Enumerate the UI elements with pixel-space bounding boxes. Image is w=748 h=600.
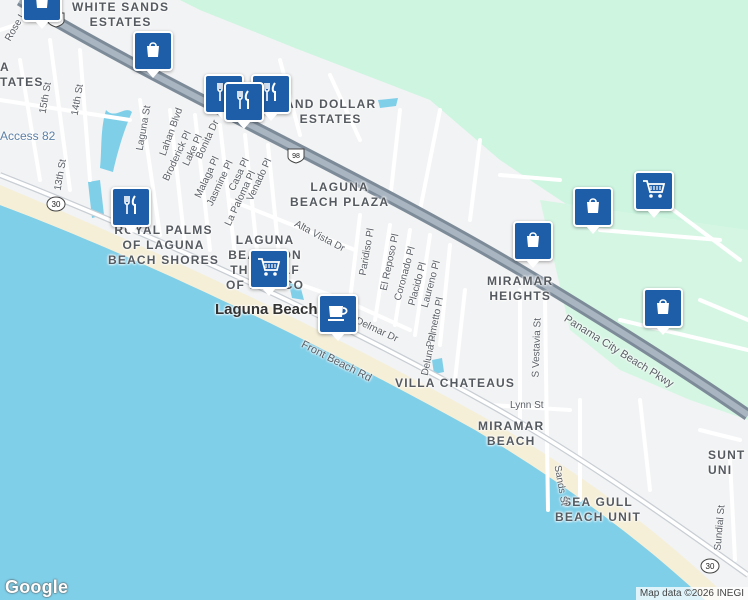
shopping-cart-icon [257,257,281,282]
shopping-pin[interactable] [643,288,683,335]
area-miramar-heights: MIRAMAR HEIGHTS [487,274,554,303]
restaurant-icon [261,81,281,108]
area-miramar-beach: MIRAMAR BEACH [478,419,545,448]
street-lynn-st: Lynn St [510,400,544,411]
cafe-pin[interactable] [318,294,358,341]
svg-text:98: 98 [292,153,300,160]
shopping-bag-icon [523,229,543,254]
coffee-cup-icon [326,302,350,327]
map-attribution[interactable]: Map data ©2026 INEGI [635,587,748,600]
shopping-cart-icon [642,179,666,204]
shopping-pin[interactable] [573,187,613,234]
shopping-pin[interactable] [22,0,62,29]
shopping-bag-icon [583,195,603,220]
restaurant-pin[interactable] [224,82,264,129]
restaurant-pin[interactable] [111,187,151,234]
area-sunt-unit: SUNT UNI [708,448,746,477]
sr30-shield: 30 [46,196,66,212]
restaurant-icon [234,89,254,116]
us98-shield: 98 [286,148,306,164]
shopping-bag-icon [653,296,673,321]
svg-text:30: 30 [52,200,61,209]
svg-text:30: 30 [706,562,715,571]
area-sand-dollar-estates: AND DOLLAR ESTATES [285,97,377,126]
shopping-pin[interactable] [133,31,173,78]
grocery-pin[interactable] [634,171,674,218]
area-estates-left: A TATES [0,60,44,89]
shopping-bag-icon [143,39,163,64]
shopping-bag-icon [32,0,52,15]
map-view[interactable]: WHITE SANDS ESTATES A TATES AND DOLLAR E… [0,0,748,600]
area-white-sands-estates: WHITE SANDS ESTATES [72,0,170,29]
google-logo[interactable]: Google [5,577,68,598]
street-s-vestavia-st: S Vestavia St [530,317,544,378]
city-label: Laguna Beach [215,301,318,318]
grocery-pin[interactable] [249,249,289,296]
sr30-shield: 30 [700,558,720,574]
restaurant-icon [121,194,141,221]
area-villa-chateaus: VILLA CHATEAUS [395,376,516,390]
area-laguna-beach-plaza: LAGUNA BEACH PLAZA [290,180,390,209]
shopping-pin[interactable] [513,221,553,268]
access-label: Access 82 [0,129,56,143]
